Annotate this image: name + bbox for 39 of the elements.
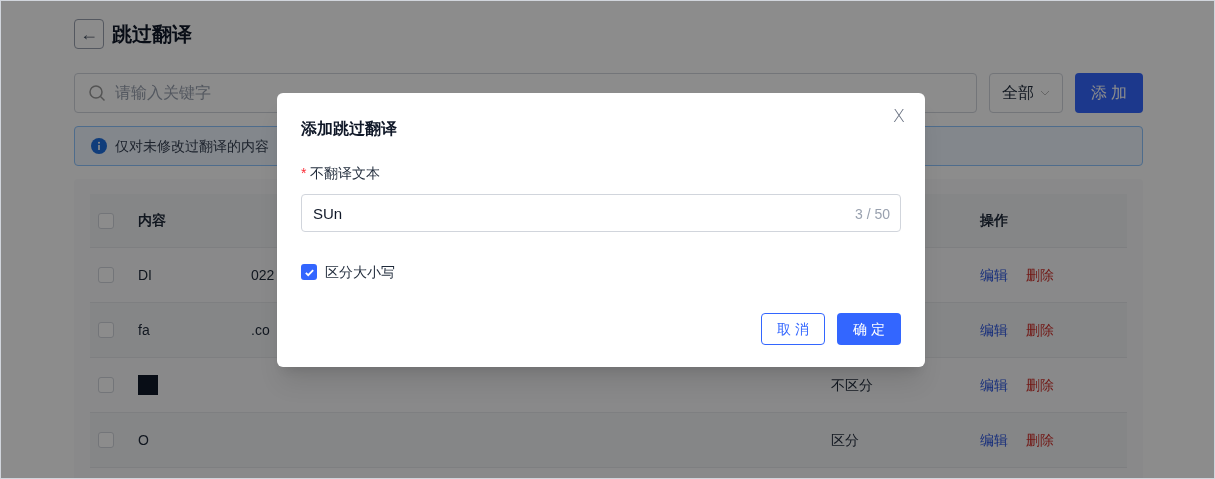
checkbox[interactable]	[98, 212, 114, 229]
delete-link[interactable]: 删除	[1026, 319, 1054, 341]
confirm-button[interactable]: 确 定	[837, 313, 901, 345]
search-icon	[88, 84, 106, 102]
table-cell: 不区分	[831, 376, 873, 393]
table-cell-text: .co	[251, 320, 270, 340]
cancel-button[interactable]: 取 消	[761, 313, 825, 345]
column-header: 操作	[980, 212, 1008, 228]
edit-link[interactable]: 编辑	[980, 264, 1008, 286]
back-button[interactable]: ←	[74, 19, 104, 49]
filter-select[interactable]: 全部	[989, 73, 1063, 113]
column-header: 内容	[138, 212, 166, 228]
edit-link[interactable]: 编辑	[980, 374, 1008, 396]
delete-link[interactable]: 删除	[1026, 429, 1054, 451]
field-label: 不翻译文本	[310, 164, 381, 183]
table-cell-text: 022	[251, 265, 275, 285]
delete-link[interactable]: 删除	[1026, 264, 1054, 286]
dialog-title: 添加跳过翻译	[301, 119, 397, 139]
add-button[interactable]: 添 加	[1075, 73, 1143, 113]
table-cell-text: O	[138, 430, 150, 450]
info-icon	[91, 138, 107, 154]
checkbox[interactable]	[98, 322, 114, 338]
delete-link[interactable]: 删除	[1026, 374, 1054, 396]
checkbox[interactable]	[301, 264, 317, 280]
page-title: 跳过翻译	[112, 22, 192, 47]
notice-text: 仅对未修改过翻译的内容	[115, 136, 269, 156]
table-cell-text: fa	[138, 320, 151, 340]
checkbox-label: 区分大小写	[325, 262, 395, 282]
table-cell-text: DI	[138, 265, 153, 285]
checkbox[interactable]	[98, 432, 114, 448]
checkbox[interactable]	[98, 377, 114, 393]
char-counter: 3 / 50	[854, 205, 890, 224]
chevron-down-icon	[1040, 90, 1050, 96]
table-cell: 区分	[831, 431, 859, 448]
checkbox[interactable]	[98, 267, 114, 283]
edit-link[interactable]: 编辑	[980, 429, 1008, 451]
edit-link[interactable]: 编辑	[980, 319, 1008, 341]
required-mark: *	[301, 164, 307, 183]
close-button[interactable]: X	[892, 107, 905, 125]
